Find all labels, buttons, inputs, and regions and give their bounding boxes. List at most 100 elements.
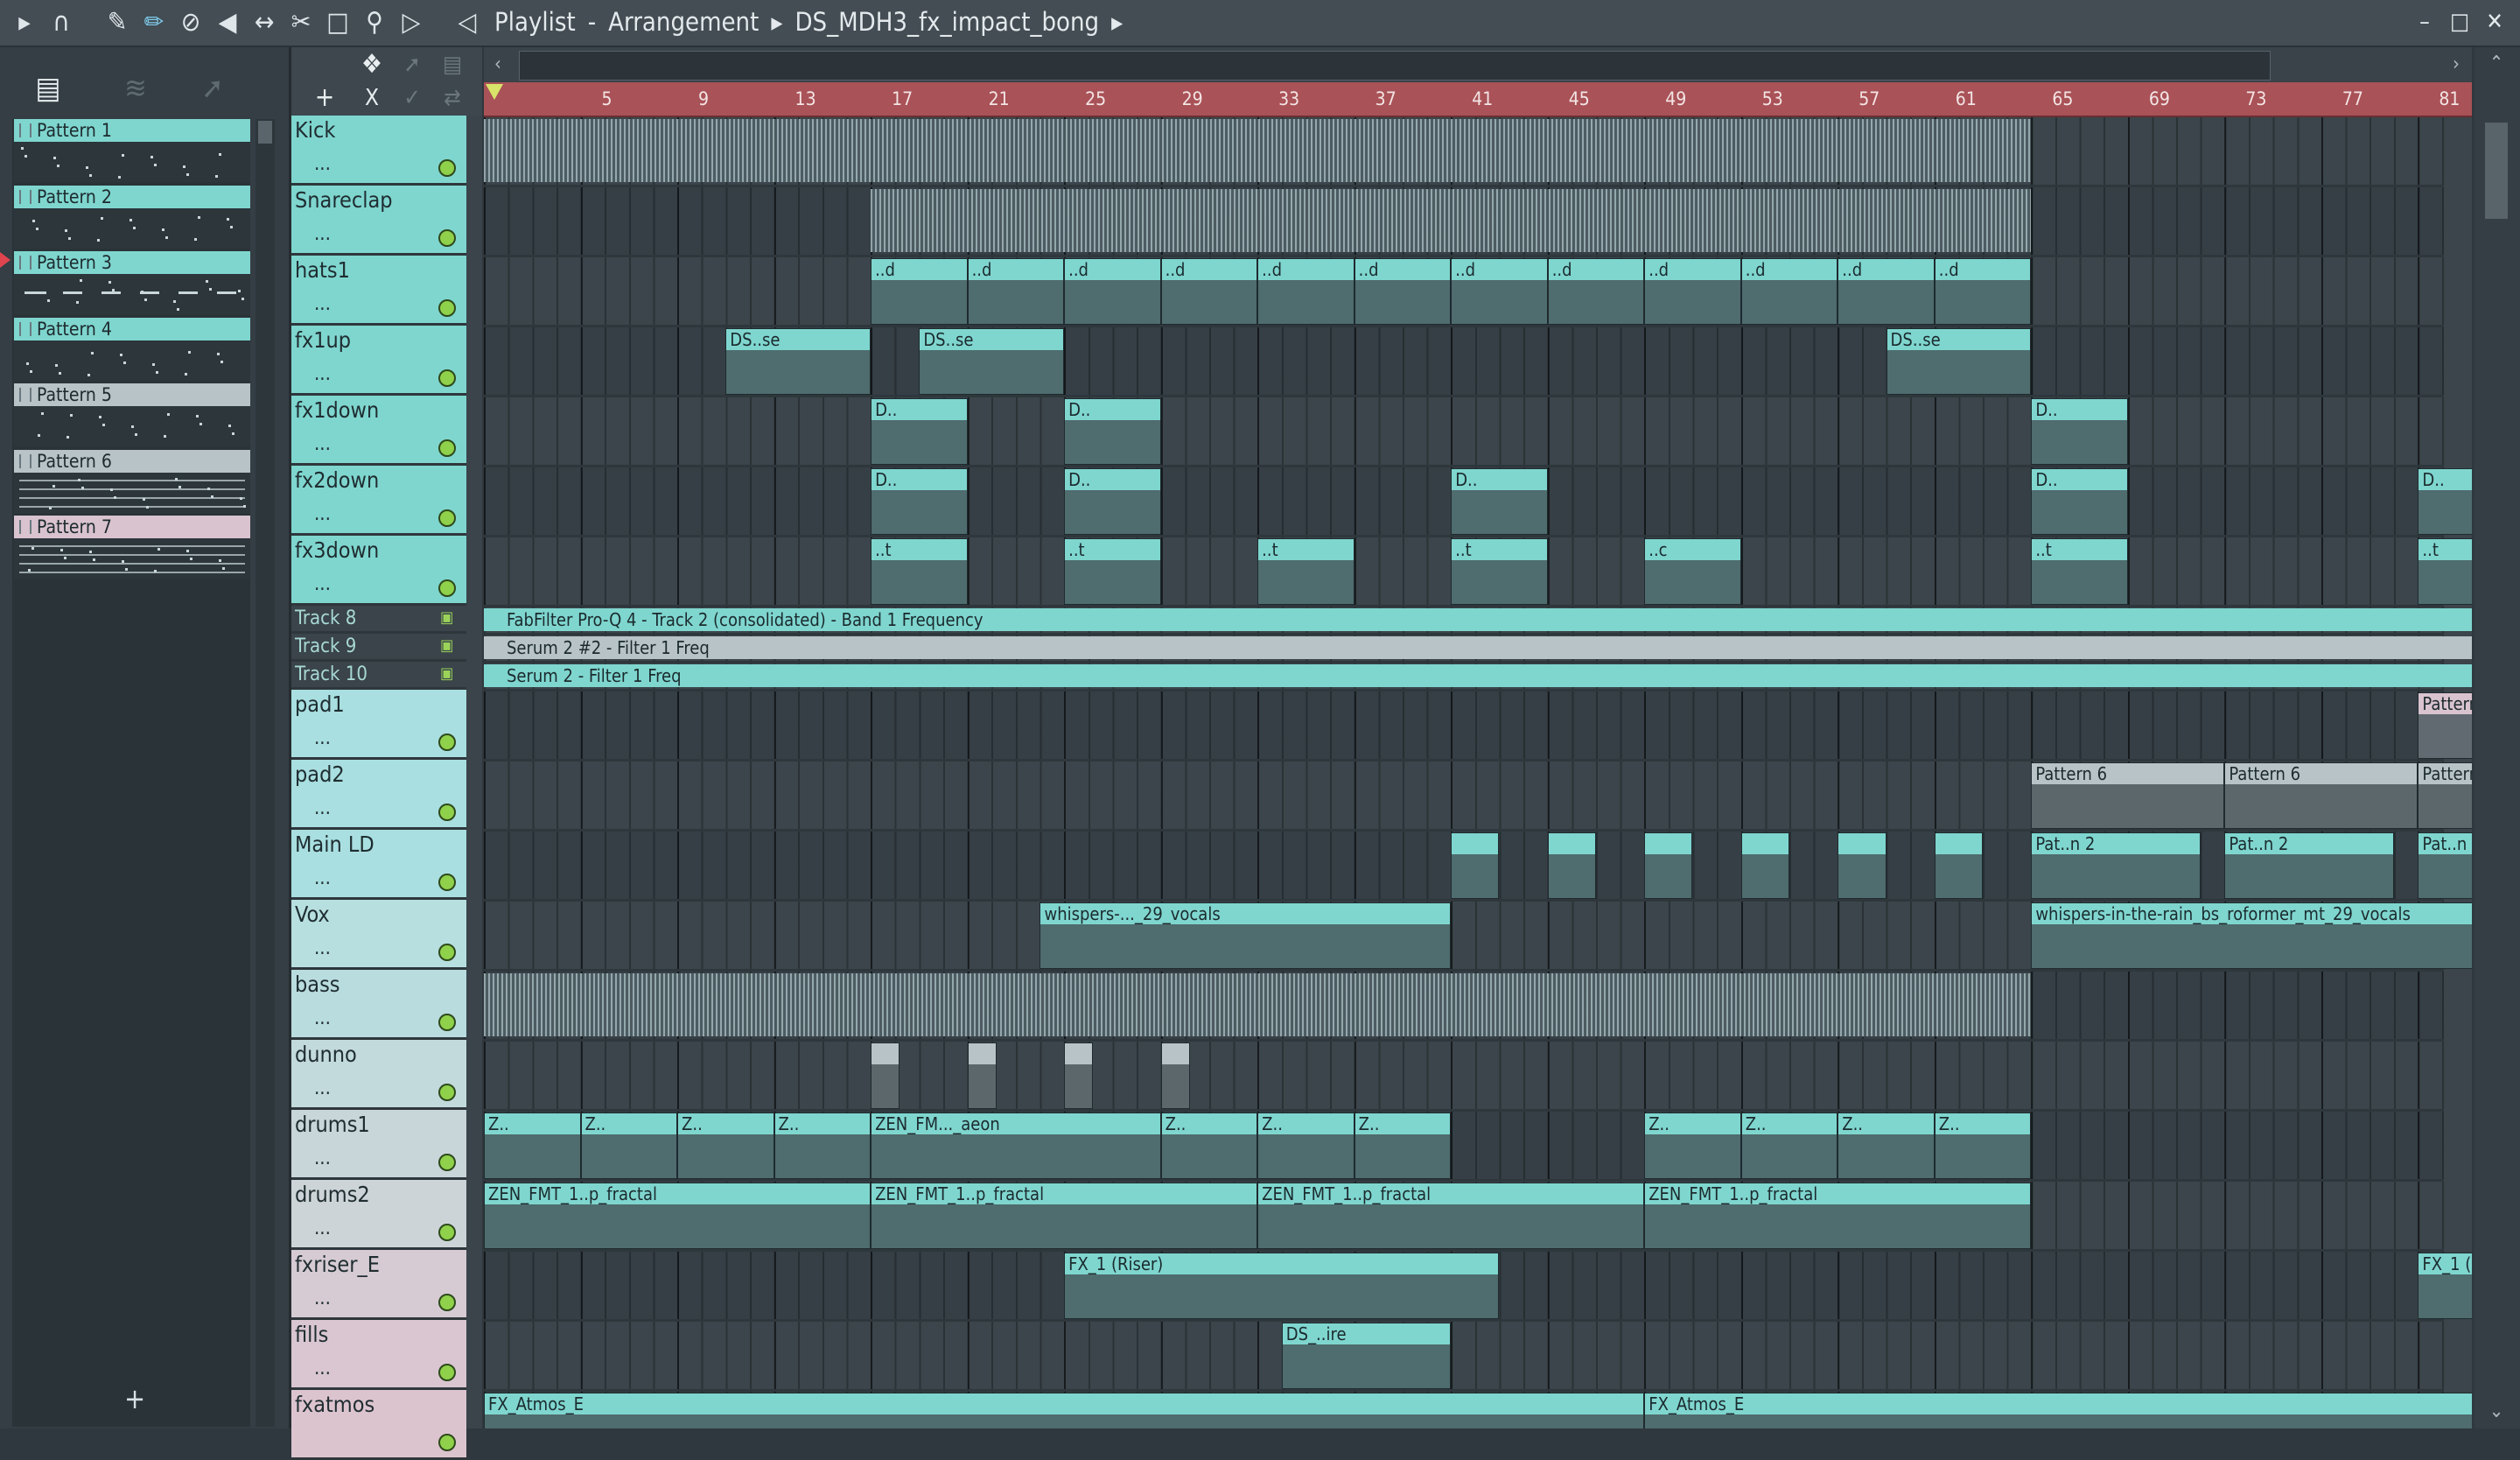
- scrollbar-thumb[interactable]: [2485, 123, 2508, 219]
- track-header[interactable]: bass...: [291, 970, 466, 1040]
- track-header[interactable]: fxatmos: [291, 1390, 466, 1460]
- track-options[interactable]: ...: [314, 505, 331, 524]
- lock-icon[interactable]: ▣: [440, 638, 453, 654]
- pattern-list-scrollbar[interactable]: [256, 119, 275, 1427]
- playlist-clip[interactable]: D..: [1064, 398, 1161, 465]
- clip-header[interactable]: Z..: [1354, 1113, 1451, 1134]
- pattern-item[interactable]: Pattern 7: [14, 516, 250, 579]
- clip-header[interactable]: Z..: [1161, 1113, 1257, 1134]
- track-enable-led-icon[interactable]: [438, 1434, 456, 1451]
- clip-header[interactable]: ..d: [1741, 259, 1838, 280]
- track-header[interactable]: Kick...: [291, 116, 466, 186]
- playlist-clip[interactable]: FX_1 (Riser): [1064, 1253, 1500, 1319]
- breadcrumb-playlist[interactable]: Playlist: [494, 7, 576, 37]
- add-track-button[interactable]: +: [309, 82, 340, 114]
- automation-track-header[interactable]: Track 8 ▣: [291, 606, 466, 634]
- playlist-clip[interactable]: ..t: [1451, 538, 1548, 605]
- vertical-scrollbar[interactable]: ⌃ ⌄: [2474, 47, 2520, 1428]
- wave-tool-icon[interactable]: ❖: [354, 49, 389, 81]
- slice-icon[interactable]: ✂: [285, 7, 317, 39]
- track-options[interactable]: ...: [314, 295, 331, 314]
- pattern-item-header[interactable]: Pattern 5: [14, 383, 250, 406]
- clip-header[interactable]: Pattern 6: [2032, 763, 2224, 784]
- playlist-clip[interactable]: ..t: [2418, 538, 2472, 605]
- clip-header[interactable]: Pat..n 2: [2032, 833, 2200, 854]
- clip-header[interactable]: FX_Atmos_E: [1645, 1393, 2472, 1414]
- playlist-clip[interactable]: ..d: [1451, 258, 1548, 325]
- track-options[interactable]: ...: [314, 1359, 331, 1379]
- track-header[interactable]: fxriser_E...: [291, 1250, 466, 1320]
- track-options[interactable]: ...: [314, 435, 331, 454]
- playlist-clip[interactable]: Pattern 6: [2224, 762, 2418, 829]
- pattern-item[interactable]: Pattern 5: [14, 383, 250, 447]
- playlist-clip[interactable]: Z..: [1838, 1113, 1935, 1179]
- track-enable-led-icon[interactable]: [438, 804, 456, 821]
- automation-track-header[interactable]: Track 10 ▣: [291, 662, 466, 690]
- track-header[interactable]: Vox...: [291, 900, 466, 970]
- playlist-clip[interactable]: ..t: [2031, 538, 2128, 605]
- playlist-clip[interactable]: Z..: [1644, 1113, 1741, 1179]
- playlist-clip[interactable]: DS..se: [725, 328, 872, 395]
- playlist-clip[interactable]: Pattern 7: [2418, 692, 2472, 759]
- playlist-clip[interactable]: ZEN_FMT_1..p_fractal: [1257, 1183, 1645, 1249]
- pattern-item-header[interactable]: Pattern 4: [14, 317, 250, 340]
- clip-header[interactable]: ..d: [1935, 259, 2031, 280]
- track-options[interactable]: ...: [314, 1009, 331, 1028]
- pattern-item-header[interactable]: Pattern 7: [14, 516, 250, 538]
- clip-header[interactable]: DS..se: [1886, 329, 2031, 350]
- clip-header[interactable]: ..d: [1645, 259, 1740, 280]
- clip-header[interactable]: whispers-..._29_vocals: [1040, 903, 1451, 924]
- clip-header[interactable]: DS..se: [920, 329, 1064, 350]
- track-header[interactable]: pad1...: [291, 690, 466, 760]
- clip-header[interactable]: FX_1 (Riser): [2418, 1253, 2472, 1274]
- track-options[interactable]: ...: [314, 365, 331, 384]
- track-enable-led-icon[interactable]: [438, 1014, 456, 1031]
- piano-tool-icon[interactable]: ▤: [435, 49, 470, 81]
- track-header[interactable]: fx3down...: [291, 536, 466, 606]
- minimize-icon[interactable]: –: [2410, 7, 2440, 37]
- playlist-clip[interactable]: ..d: [1257, 258, 1354, 325]
- clip-header[interactable]: [1645, 833, 1692, 854]
- breadcrumb-pattern[interactable]: DS_MDH3_fx_impact_bong: [794, 7, 1099, 37]
- playlist-clip[interactable]: [1451, 832, 1500, 899]
- clip-header[interactable]: Z..: [581, 1113, 677, 1134]
- clip-header[interactable]: ZEN_FMT_1..p_fractal: [1258, 1183, 1644, 1204]
- playlist-clip[interactable]: D..: [871, 398, 968, 465]
- arrangement-overview[interactable]: [519, 51, 2271, 81]
- track-header[interactable]: dunno...: [291, 1040, 466, 1110]
- playlist-clip[interactable]: Z..: [774, 1113, 872, 1179]
- pattern-item[interactable]: Pattern 6: [14, 449, 250, 514]
- playlist-clip[interactable]: Pat..n 2: [2224, 832, 2394, 899]
- playlist-clip[interactable]: ZEN_FM..._aeon: [871, 1113, 1161, 1179]
- clip-header[interactable]: ..t: [1452, 539, 1547, 560]
- pattern-item-header[interactable]: Pattern 6: [14, 449, 250, 473]
- clip-header[interactable]: ZEN_FMT_1..p_fractal: [1645, 1183, 2031, 1204]
- clip-header[interactable]: ..d: [1354, 259, 1451, 280]
- timeline-ruler[interactable]: 5913172125293337414549535761656973778185…: [484, 82, 2472, 117]
- track-header[interactable]: Snareclap...: [291, 186, 466, 256]
- track-lane[interactable]: [484, 1042, 2444, 1112]
- automation-clip[interactable]: Serum 2 - Filter 1 Freq: [484, 664, 2472, 687]
- add-pattern-button[interactable]: +: [117, 1381, 152, 1416]
- track-enable-led-icon[interactable]: [438, 874, 456, 891]
- track-options[interactable]: ...: [314, 1149, 331, 1169]
- select-icon[interactable]: □: [322, 7, 354, 39]
- track-enable-led-icon[interactable]: [438, 369, 456, 387]
- track-enable-led-icon[interactable]: [438, 1294, 456, 1311]
- track-header[interactable]: drums2...: [291, 1180, 466, 1250]
- track-options[interactable]: ...: [314, 729, 331, 748]
- playlist-clip[interactable]: Z..: [580, 1113, 678, 1179]
- playlist-clip[interactable]: ..d: [871, 258, 968, 325]
- track-options[interactable]: ...: [314, 225, 331, 244]
- playlist-clip[interactable]: D..: [2031, 398, 2128, 465]
- playlist-clip[interactable]: Z..: [1257, 1113, 1354, 1179]
- playlist-clip[interactable]: DS..se: [919, 328, 1065, 395]
- track-header[interactable]: fx1up...: [291, 326, 466, 396]
- pencil-icon[interactable]: ✎: [102, 7, 133, 39]
- pattern-item[interactable]: Pattern 4: [14, 317, 250, 382]
- track-enable-led-icon[interactable]: [438, 1364, 456, 1381]
- scroll-up-icon[interactable]: ⌃: [2483, 51, 2510, 77]
- playlist-clip[interactable]: FX_1 (Riser): [2418, 1253, 2472, 1319]
- playlist-clip[interactable]: Z..: [1354, 1113, 1452, 1179]
- playlist-clip[interactable]: Z..: [1934, 1113, 2032, 1179]
